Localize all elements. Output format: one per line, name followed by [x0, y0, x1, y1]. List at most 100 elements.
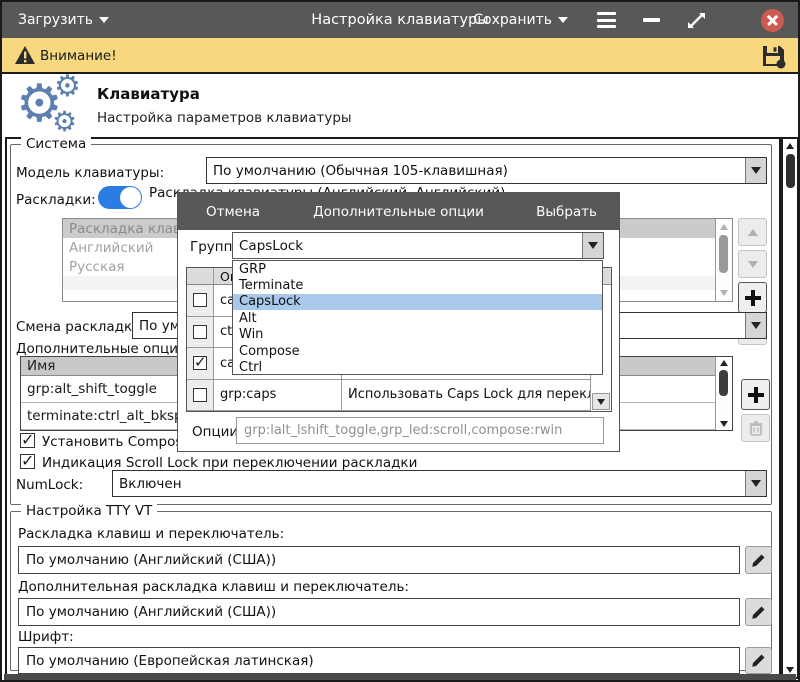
dropdown-option[interactable]: Compose	[233, 343, 602, 359]
table-scrollbar[interactable]	[715, 357, 732, 430]
chevron-down-icon	[558, 17, 568, 23]
scrollbar-thumb[interactable]	[719, 235, 728, 273]
arrow-down-icon	[748, 261, 758, 268]
row-checkbox-cell: ✓	[187, 348, 214, 379]
move-up-button[interactable]	[738, 218, 767, 246]
main-scrollbar[interactable]	[781, 137, 799, 679]
dropdown-option[interactable]: GRP	[233, 261, 602, 277]
save-menu-button[interactable]: Сохранить	[473, 2, 568, 38]
tty-extra-layout-label: Дополнительная раскладка клавиш и перекл…	[18, 579, 409, 595]
dialog-select-button[interactable]: Выбрать	[536, 193, 597, 230]
dialog-cancel-button[interactable]: Отмена	[206, 193, 260, 230]
list-scrollbar[interactable]	[715, 219, 732, 301]
numlock-label: NumLock:	[16, 477, 83, 493]
titlebar: Загрузить Настройка клавиатуры Сохранить	[2, 2, 798, 38]
extra-options-dialog: Отмена Дополнительные опции Выбрать Груп…	[177, 192, 620, 452]
load-menu-button[interactable]: Загрузить	[18, 2, 109, 38]
row-checkbox[interactable]	[193, 388, 207, 402]
options-string-input[interactable]	[236, 417, 604, 444]
row-checkbox[interactable]	[193, 293, 207, 307]
dropdown-arrow-button[interactable]	[745, 158, 766, 183]
dropdown-arrow-button[interactable]	[582, 233, 603, 258]
maximize-button[interactable]	[687, 2, 706, 38]
compose-checkbox-label: Установить Compose	[42, 434, 191, 450]
scrollbar-thumb[interactable]	[786, 154, 795, 188]
row-checkbox[interactable]	[193, 325, 207, 339]
chevron-down-icon	[99, 17, 109, 23]
save-file-icon[interactable]	[760, 43, 786, 69]
row-checkbox[interactable]: ✓	[193, 356, 207, 370]
group-select[interactable]: CapsLock	[232, 232, 604, 259]
layouts-toggle[interactable]	[98, 186, 142, 209]
dropdown-arrow-button[interactable]	[745, 471, 766, 496]
scroll-up-icon[interactable]	[716, 224, 732, 230]
chevron-down-icon	[751, 480, 761, 487]
arrow-up-icon	[748, 229, 758, 236]
tty-layout-label: Раскладка клавиш и переключатель:	[18, 526, 284, 542]
page-title: Клавиатура	[97, 85, 200, 103]
numlock-select[interactable]: Включен	[112, 470, 767, 497]
page-header: ⚙ ⚙ ⚙ Клавиатура Настройка параметров кл…	[2, 76, 798, 137]
move-down-button[interactable]	[738, 250, 767, 278]
menu-button[interactable]	[597, 2, 616, 38]
extra-options-label: Дополнительные опции:	[16, 341, 191, 357]
tty-font-edit-button[interactable]	[745, 647, 772, 674]
dropdown-arrow-button[interactable]	[745, 313, 766, 338]
add-option-button[interactable]	[741, 379, 770, 410]
scroll-lock-checkbox[interactable]: ✓	[20, 454, 35, 469]
plus-icon	[745, 290, 761, 306]
compose-checkbox[interactable]: ✓	[20, 433, 35, 448]
gear-icon: ⚙	[52, 108, 77, 136]
scroll-up-icon[interactable]	[716, 360, 732, 366]
scroll-lock-checkbox-label: Индикация Scroll Lock при переключении р…	[42, 455, 417, 471]
add-layout-button[interactable]	[738, 282, 767, 313]
pencil-icon	[751, 653, 766, 668]
chevron-down-icon	[588, 242, 598, 249]
load-menu-label: Загрузить	[18, 12, 93, 28]
layout-switch-label: Смена раскладки:	[16, 319, 145, 335]
scroll-down-icon	[597, 399, 605, 405]
table-row[interactable]: grp:caps Использовать Caps Lock для пере…	[187, 380, 611, 412]
dropdown-option[interactable]: Ctrl	[233, 359, 602, 375]
close-button[interactable]	[761, 2, 784, 38]
tty-layout-field: По умолчанию (Английский (США))	[18, 546, 740, 574]
tty-layout-edit-button[interactable]	[745, 546, 772, 574]
dropdown-option[interactable]: Win	[233, 327, 602, 343]
row-checkbox-cell	[187, 380, 214, 411]
minimize-icon	[643, 18, 660, 22]
close-icon	[761, 9, 784, 32]
option-desc-cell: Использовать Caps Lock для переключе	[342, 380, 611, 411]
numlock-value: Включен	[119, 476, 182, 492]
scrollbar-thumb[interactable]	[719, 370, 728, 396]
warning-text: Внимание!	[40, 48, 117, 64]
toggle-knob	[120, 187, 141, 208]
chevron-down-icon	[751, 167, 761, 174]
tty-extra-layout-edit-button[interactable]	[745, 598, 772, 626]
scroll-up-icon[interactable]	[783, 143, 797, 149]
group-value: CapsLock	[239, 238, 303, 254]
expand-icon	[687, 11, 706, 30]
dropdown-option[interactable]: Terminate	[233, 277, 602, 293]
window-bottom-edge	[4, 674, 796, 680]
hamburger-icon	[597, 12, 616, 28]
dropdown-option-selected[interactable]: CapsLock	[233, 294, 602, 310]
keyboard-model-value: По умолчанию (Обычная 105-клавишная)	[213, 163, 508, 179]
scroll-down-icon[interactable]	[716, 421, 732, 427]
save-menu-label: Сохранить	[473, 12, 552, 28]
scroll-down-icon[interactable]	[716, 290, 732, 296]
tty-group-legend: Настройка TTY VT	[21, 503, 157, 519]
delete-option-button[interactable]	[741, 414, 770, 442]
scroll-down-button[interactable]	[592, 393, 610, 410]
plus-icon	[748, 387, 764, 403]
pencil-icon	[751, 553, 766, 568]
keyboard-model-select[interactable]: По умолчанию (Обычная 105-клавишная)	[206, 157, 767, 184]
page-subtitle: Настройка параметров клавиатуры	[97, 110, 352, 126]
row-checkbox-cell	[187, 285, 214, 316]
dropdown-option[interactable]: Alt	[233, 310, 602, 326]
chevron-down-icon	[751, 322, 761, 329]
minimize-button[interactable]	[643, 2, 660, 38]
tty-font-label: Шрифт:	[18, 629, 74, 645]
scroll-down-icon[interactable]	[783, 667, 797, 673]
warning-icon	[14, 45, 36, 66]
trash-icon	[748, 420, 764, 437]
